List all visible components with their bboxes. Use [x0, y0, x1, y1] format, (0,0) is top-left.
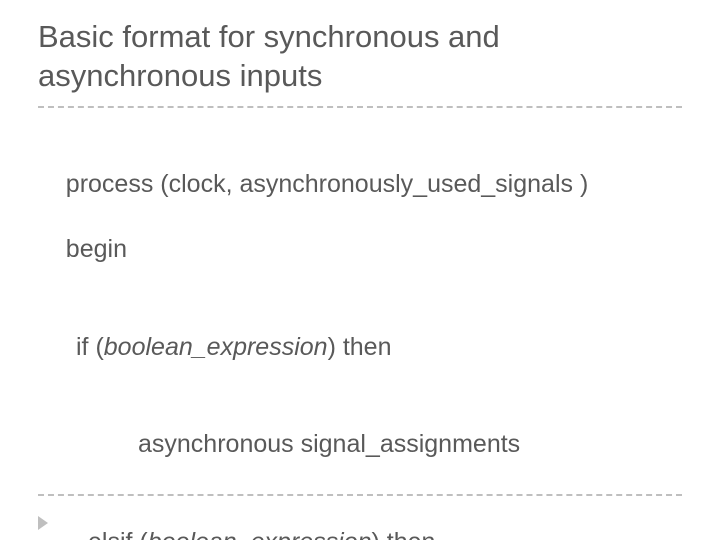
footer-divider	[38, 494, 682, 496]
title-divider	[38, 106, 682, 108]
triangle-right-icon	[38, 516, 48, 530]
code-line-5b: boolean_expression	[148, 528, 372, 540]
code-line-2: begin	[66, 235, 127, 263]
code-block: process (clock, asynchronously_used_sign…	[38, 136, 682, 540]
code-line-4: asynchronous signal_assignments	[38, 428, 682, 461]
code-line-3c: ) then	[328, 333, 392, 361]
slide: Basic format for synchronous and asynchr…	[0, 0, 720, 540]
code-line-3a: if (	[76, 333, 104, 361]
code-line-3: if (boolean_expression) then	[38, 331, 682, 364]
code-line-3b: boolean_expression	[104, 333, 328, 361]
code-line-5a: elsif (	[88, 528, 148, 540]
slide-title: Basic format for synchronous and asynchr…	[38, 18, 682, 96]
code-line-5: elsif (boolean_expression) then	[38, 526, 682, 540]
code-line-1: process (clock, asynchronously_used_sign…	[66, 170, 588, 198]
code-line-5c: ) then	[372, 528, 436, 540]
